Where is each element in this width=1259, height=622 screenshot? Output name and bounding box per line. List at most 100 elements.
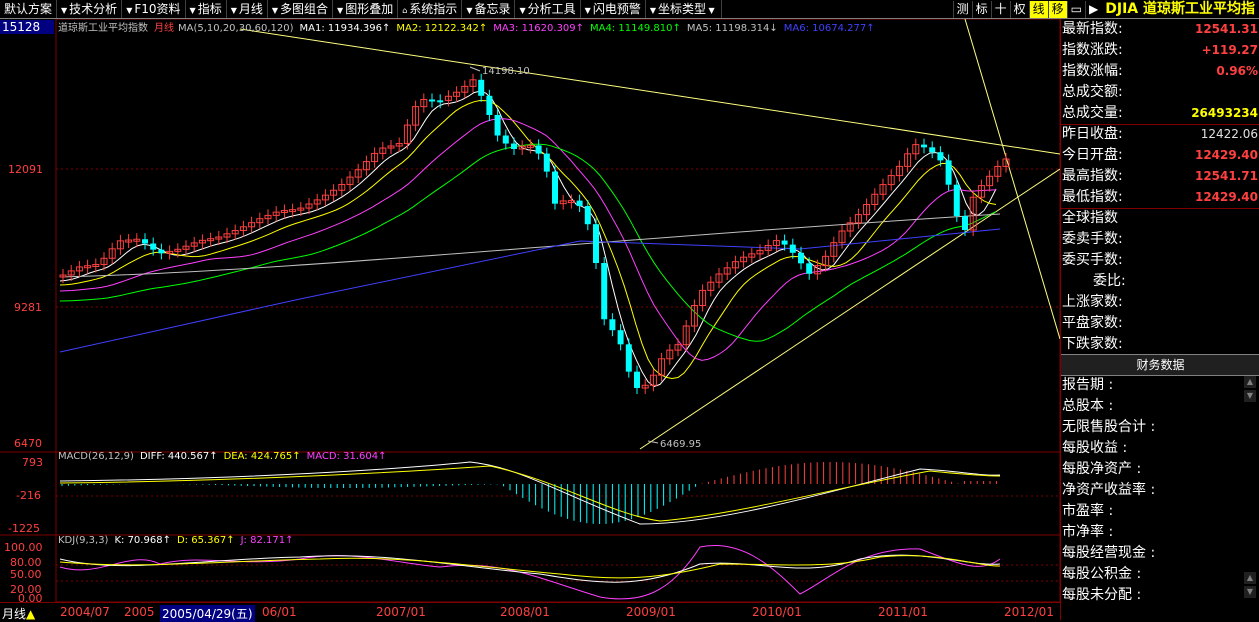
quote-row: 委卖手数: bbox=[1061, 229, 1259, 250]
kdj-j-line bbox=[59, 545, 1001, 600]
dropdown-arrow-icon: ▼ bbox=[466, 6, 473, 15]
candles bbox=[59, 73, 1010, 394]
quote-row: 平盘家数: bbox=[1061, 313, 1259, 334]
scroll-up-icon[interactable]: ▲ bbox=[1244, 376, 1256, 388]
quote-row: 下跌家数: bbox=[1061, 334, 1259, 355]
toolbar-period[interactable]: ▼ 月线 bbox=[227, 0, 268, 18]
macd-y-label: -1225 bbox=[8, 522, 40, 535]
dropdown-arrow-icon: ▼ bbox=[337, 6, 344, 15]
macd-lines bbox=[59, 461, 1001, 525]
period-text: 月线 bbox=[2, 607, 27, 621]
candle-body bbox=[478, 79, 485, 96]
fin-row: 每股收益 : bbox=[1062, 440, 1128, 456]
toolbar-multi-chart[interactable]: ▼ 多图组合 bbox=[268, 0, 334, 18]
candle-body bbox=[806, 263, 813, 274]
financial-data-tab[interactable]: 财务数据 bbox=[1061, 354, 1259, 376]
x-axis: 月线▲ 2004/07 2005 2005/04/29(五) 06/01 200… bbox=[0, 602, 1060, 622]
x-label: 06/01 bbox=[262, 605, 297, 619]
play-icon[interactable]: ▶ bbox=[1085, 0, 1101, 18]
dropdown-arrow-icon: ▼ bbox=[649, 6, 656, 15]
toolbar-f10[interactable]: ▼ F10资料 bbox=[122, 0, 186, 18]
fin-row: 每股未分配 : bbox=[1062, 587, 1142, 603]
macd-indicator-bar: MACD(26,12,9) DIFF: 440.567↑ DEA: 424.765↑… bbox=[58, 451, 392, 462]
macd-dea-line bbox=[59, 465, 1001, 522]
toolbar-indicator[interactable]: ▼ 指标 bbox=[186, 0, 227, 18]
macd-diff-line bbox=[59, 461, 1001, 525]
candle-body bbox=[576, 200, 583, 207]
dropdown-arrow-icon: ▼ bbox=[519, 6, 526, 15]
toolbar-default-scheme[interactable]: 默认方案 bbox=[0, 0, 58, 18]
scroll-down-icon[interactable]: ▼ bbox=[1244, 586, 1256, 598]
period-label[interactable]: 月线▲ bbox=[2, 605, 35, 622]
candle-body bbox=[543, 153, 550, 172]
line-button[interactable]: 线 bbox=[1028, 0, 1048, 18]
quote-label: 指数涨跌: bbox=[1062, 42, 1123, 58]
fin-row: 净资产收益率 : bbox=[1062, 482, 1156, 498]
x-label: 2011/01 bbox=[878, 605, 928, 619]
toolbar-right: 测 标 十 权 线 移 ▭ ▶ DJIA 道琼斯工业平均指 bbox=[952, 0, 1259, 18]
quote-value: 12541.31 bbox=[1194, 22, 1258, 36]
quote-label: 今日开盘: bbox=[1062, 147, 1123, 163]
toolbar-tech-analysis[interactable]: ▼ 技术分析 bbox=[57, 0, 123, 18]
quote-value: 12422.06 bbox=[1200, 127, 1258, 141]
quote-value: 0.96% bbox=[1216, 64, 1258, 78]
candle-body bbox=[601, 263, 608, 320]
quote-value: 12429.40 bbox=[1194, 148, 1258, 162]
quote-label: 总成交量: bbox=[1062, 105, 1123, 121]
dropdown-arrow-icon: ▼ bbox=[230, 6, 237, 15]
ma2-value: MA2: 12122.342↑ bbox=[396, 23, 488, 34]
candle-body bbox=[937, 152, 944, 161]
fin-scrollbar[interactable]: ▲ ▼ ▲ ▼ bbox=[1244, 376, 1256, 598]
ma-indicator-bar: 道琼斯工业平均指数 月线 MA(5,10,20,30,60,120) MA1: 119… bbox=[58, 19, 881, 34]
x-label-selected: 2005/04/29(五) bbox=[160, 605, 255, 622]
rights-button[interactable]: 权 bbox=[1009, 0, 1029, 18]
kdj-d: D: 65.367↑ bbox=[176, 535, 235, 546]
kdj-j: J: 82.171↑ bbox=[240, 535, 294, 546]
window-icon[interactable]: ▭ bbox=[1066, 0, 1085, 18]
candle-body bbox=[437, 100, 444, 103]
quote-row: 最新指数: 12541.31 bbox=[1061, 19, 1259, 40]
lock-icon: ⌂ bbox=[402, 6, 408, 15]
measure-button[interactable]: 测 bbox=[952, 0, 972, 18]
quote-row: 总成交量: 26493234 bbox=[1061, 103, 1259, 124]
crosshair-button[interactable]: 十 bbox=[990, 0, 1010, 18]
toolbar: 默认方案 ▼ 技术分析 ▼ F10资料 ▼ 指标 ▼ 月线 ▼ 多图组合 ▼ 图形叠加 ⌂ 系… bbox=[0, 0, 1259, 19]
x-label: 2005 bbox=[124, 605, 155, 619]
toolbar-label: 闪电预警 bbox=[592, 2, 641, 16]
candle-body bbox=[150, 243, 157, 250]
macd-value: MACD: 31.604↑ bbox=[306, 451, 387, 462]
ma6-value: MA6: 10674.277↑ bbox=[783, 23, 875, 34]
toolbar-memo[interactable]: ▼ 备忘录 bbox=[462, 0, 516, 18]
candle-body bbox=[593, 224, 599, 263]
quote-label: 委卖手数: bbox=[1062, 231, 1123, 247]
dropdown-arrow-icon: ▼ bbox=[271, 6, 279, 15]
toolbar-coord-type[interactable]: ▼ 坐标类型 ▼ bbox=[646, 0, 722, 18]
fin-row: 每股净资产 : bbox=[1062, 461, 1142, 477]
dropdown-arrow-icon: ▼ bbox=[126, 6, 133, 15]
candle-body bbox=[486, 95, 493, 115]
kdj-y-label: 0.00 bbox=[18, 592, 43, 602]
toolbar-overlay[interactable]: ▼ 图形叠加 bbox=[333, 0, 399, 18]
chart-area[interactable]: 12091 9281 6470 793 -216 -1225 100.00 80… bbox=[0, 19, 1060, 602]
toolbar-analysis-tools[interactable]: ▼ 分析工具 bbox=[515, 0, 581, 18]
candle-body bbox=[962, 216, 968, 230]
y-tick-label: 6470 bbox=[14, 437, 42, 450]
toolbar-label: 指标 bbox=[197, 2, 222, 16]
x-label: 2008/01 bbox=[500, 605, 550, 619]
scroll-up-icon[interactable]: ▲ bbox=[1244, 572, 1256, 584]
quote-row: 今日开盘: 12429.40 bbox=[1061, 145, 1259, 166]
quote-row: 全球指数 bbox=[1061, 208, 1259, 229]
toolbar-system-indicator[interactable]: ⌂ 系统指示 bbox=[398, 0, 463, 18]
move-button[interactable]: 移 bbox=[1047, 0, 1067, 18]
x-label: 2009/01 bbox=[626, 605, 676, 619]
toolbar-flash-alert[interactable]: ▼ 闪电预警 bbox=[581, 0, 646, 18]
mark-button[interactable]: 标 bbox=[971, 0, 991, 18]
quote-label: 上涨家数: bbox=[1062, 294, 1123, 310]
quote-label: 下跌家数: bbox=[1062, 336, 1123, 352]
candle-body bbox=[634, 371, 640, 388]
quote-label: 委买手数: bbox=[1062, 252, 1123, 268]
ma4-value: MA4: 11149.810↑ bbox=[590, 23, 681, 34]
period-word: 月线 bbox=[154, 23, 174, 34]
trend-line-resistance bbox=[239, 28, 1060, 155]
scroll-down-icon[interactable]: ▼ bbox=[1244, 390, 1256, 402]
